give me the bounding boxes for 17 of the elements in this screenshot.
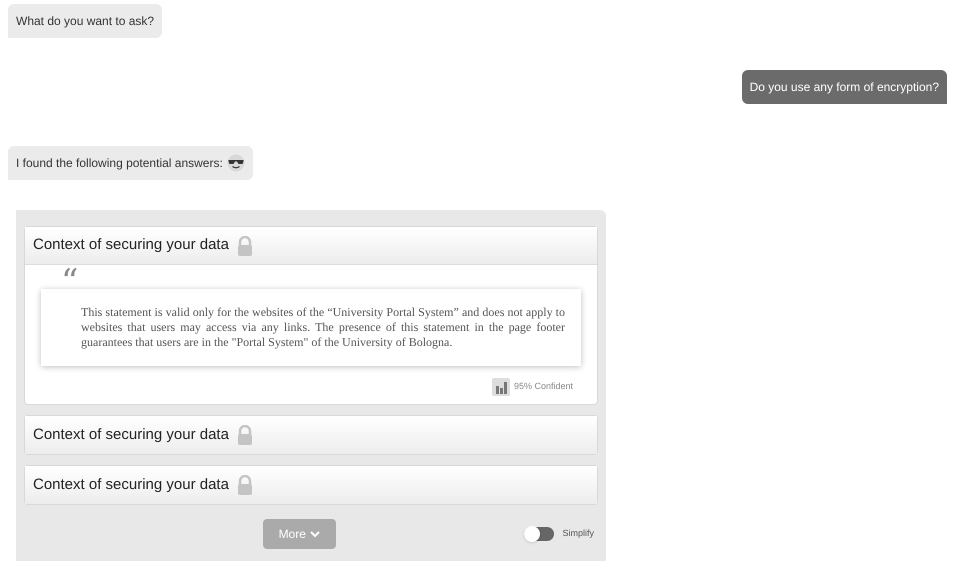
accordion-header[interactable]: Context of securing your data	[25, 416, 597, 454]
simplify-toggle[interactable]	[524, 527, 554, 541]
lock-icon	[236, 475, 253, 495]
message-text: Do you use any form of encryption?	[750, 79, 939, 96]
bar-chart-icon	[492, 378, 510, 396]
accordion-header[interactable]: Context of securing your data	[25, 227, 597, 265]
confidence-label: 95% Confident	[514, 380, 573, 394]
lock-icon	[236, 425, 253, 445]
quote-text: This statement is valid only for the websites of the “University Portal System” and does not apply to websites that users may access via any links. The presence of this statement in the page footer guarantees that users are in the "Portal System" of the University of Bologna.	[81, 305, 565, 350]
accordion-header[interactable]: Context of securing your data	[25, 466, 597, 504]
message-text: I found the following potential answers:	[16, 155, 223, 172]
simplify-label: Simplify	[562, 527, 594, 540]
message-text: What do you want to ask?	[16, 13, 154, 30]
sunglasses-face-icon	[226, 154, 245, 172]
quote-mark: “	[60, 265, 80, 285]
chevron-down-icon	[310, 530, 320, 538]
lock-icon	[236, 236, 253, 256]
